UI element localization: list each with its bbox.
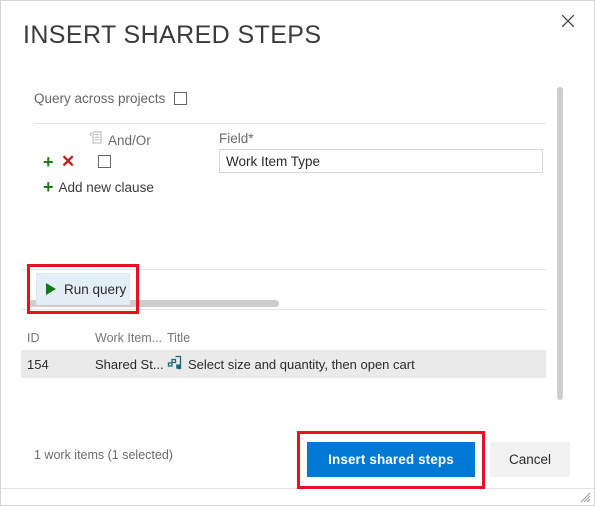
- run-query-button[interactable]: Run query: [36, 273, 130, 305]
- insert-shared-steps-button[interactable]: Insert shared steps: [307, 442, 475, 477]
- dialog-vertical-scrollbar[interactable]: [556, 87, 564, 402]
- query-across-projects-row[interactable]: Query across projects: [34, 91, 188, 106]
- and-or-header-label: And/Or: [108, 132, 151, 148]
- add-new-clause-label: Add new clause: [58, 179, 154, 195]
- footer-divider: [1, 488, 594, 489]
- run-query-label: Run query: [64, 281, 127, 297]
- query-across-projects-label: Query across projects: [34, 91, 166, 106]
- cell-title-container: Select size and quantity, then open cart: [167, 355, 546, 373]
- column-header-field: Field*: [219, 131, 254, 146]
- cancel-button[interactable]: Cancel: [490, 442, 570, 477]
- plus-icon: +: [43, 177, 54, 197]
- page-title: INSERT SHARED STEPS: [23, 21, 322, 49]
- shared-steps-icon: [167, 355, 182, 373]
- work-item-count-status: 1 work items (1 selected): [34, 448, 173, 462]
- column-header-title[interactable]: Title: [167, 331, 546, 345]
- insert-shared-steps-dialog: INSERT SHARED STEPS Query across project…: [0, 0, 595, 506]
- run-query-divider-top: [21, 269, 546, 270]
- close-icon: [561, 14, 575, 28]
- run-query-divider-bottom: [21, 309, 546, 310]
- results-grid-header: ID Work Item... Title: [21, 326, 546, 350]
- query-across-projects-checkbox[interactable]: [174, 92, 188, 105]
- column-header-id[interactable]: ID: [21, 331, 95, 345]
- delete-clause-icon[interactable]: ✕: [61, 153, 75, 171]
- cell-work-item-type: Shared St...: [95, 356, 164, 372]
- resize-grip-icon[interactable]: [579, 490, 591, 503]
- close-button[interactable]: [553, 6, 583, 36]
- column-header-and-or: And/Or: [89, 131, 151, 149]
- dialog-vertical-scrollbar-thumb[interactable]: [557, 87, 563, 400]
- cell-id: 154: [27, 356, 49, 372]
- group-clauses-icon[interactable]: [89, 131, 102, 149]
- add-clause-icon[interactable]: +: [43, 153, 54, 171]
- header-divider: [34, 123, 546, 124]
- query-builder: Query across projects And/Or Field* + ✕ …: [1, 81, 594, 307]
- play-icon: [46, 283, 56, 295]
- add-new-clause-link[interactable]: + Add new clause: [43, 177, 154, 197]
- column-header-work-item-type[interactable]: Work Item...: [95, 331, 167, 345]
- table-row[interactable]: 154 Shared St... Select size and quantit…: [21, 350, 546, 378]
- clause-row-checkbox[interactable]: [98, 155, 111, 168]
- field-input[interactable]: [219, 149, 543, 173]
- cell-title-text: Select size and quantity, then open cart: [188, 356, 415, 372]
- results-grid: ID Work Item... Title 154 Shared St... S…: [21, 326, 546, 378]
